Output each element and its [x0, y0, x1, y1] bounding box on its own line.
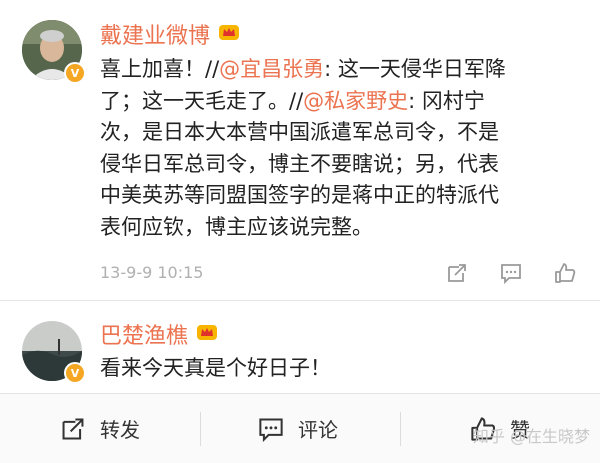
post-text-line: 了；这一天毛走了。//@私家野史: 冈村宁: [100, 86, 588, 118]
like-icon[interactable]: [554, 262, 576, 284]
post-text-segment: 了；这一天毛走了。//: [100, 88, 304, 113]
post-text: 喜上加喜！//@宜昌张勇: 这一天侵华日军降 了；这一天毛走了。//@私家野史: …: [100, 54, 588, 244]
repost-icon[interactable]: [446, 262, 468, 284]
repost-button[interactable]: 转发: [60, 394, 140, 463]
post-text-segment: 表何应钦，博主应该说完整。: [100, 214, 373, 239]
vip-crown-icon: [197, 325, 217, 340]
divider: [0, 300, 600, 301]
post-author-name[interactable]: 戴建业微博: [100, 18, 210, 50]
vip-crown-icon: [219, 25, 239, 40]
post-text-segment: 喜上加喜！//: [100, 57, 220, 81]
post-text-line: 表何应钦，博主应该说完整。: [100, 212, 588, 244]
comment-icon: [259, 418, 283, 442]
mention-link[interactable]: @私家野史: [303, 89, 408, 113]
comment-author-name[interactable]: 巴楚渔樵: [100, 318, 188, 350]
comment-button[interactable]: 评论: [258, 394, 338, 463]
post-text-segment: : 冈村宁: [408, 88, 485, 113]
post-text-line: 喜上加喜！//@宜昌张勇: 这一天侵华日军降: [100, 54, 588, 86]
comment-text: 看来今天真是个好日子！: [100, 356, 331, 380]
post-text-segment: 次，是日本大本营中国派遣军总司令，不是: [100, 120, 499, 145]
repost-label: 转发: [100, 418, 140, 442]
divider: [200, 412, 201, 446]
post-text-line: 侵华日军总司令，博主不要瞎说；另，代表: [100, 149, 588, 181]
verified-badge-icon: V: [64, 62, 86, 84]
post-timestamp: 13-9-9 10:15: [100, 263, 204, 282]
post-text-line: 次，是日本大本营中国派遣军总司令，不是: [100, 117, 588, 149]
post-text-line: 中美英苏等同盟国签字的是蒋中正的特派代: [100, 180, 588, 212]
repost-icon: [62, 418, 84, 439]
post-text-segment: 侵华日军总司令，博主不要瞎说；另，代表: [100, 151, 499, 176]
post-text-segment: 中美英苏等同盟国签字的是蒋中正的特派代: [100, 183, 499, 208]
comment-icon[interactable]: [500, 262, 522, 284]
divider: [400, 412, 401, 446]
verified-badge-icon: V: [64, 362, 86, 384]
post-text-segment: : 这一天侵华日军降: [324, 57, 506, 81]
watermark: 知乎 @在生晓梦: [472, 427, 590, 446]
mention-link[interactable]: @宜昌张勇: [219, 57, 324, 81]
comment-label: 评论: [298, 418, 338, 442]
